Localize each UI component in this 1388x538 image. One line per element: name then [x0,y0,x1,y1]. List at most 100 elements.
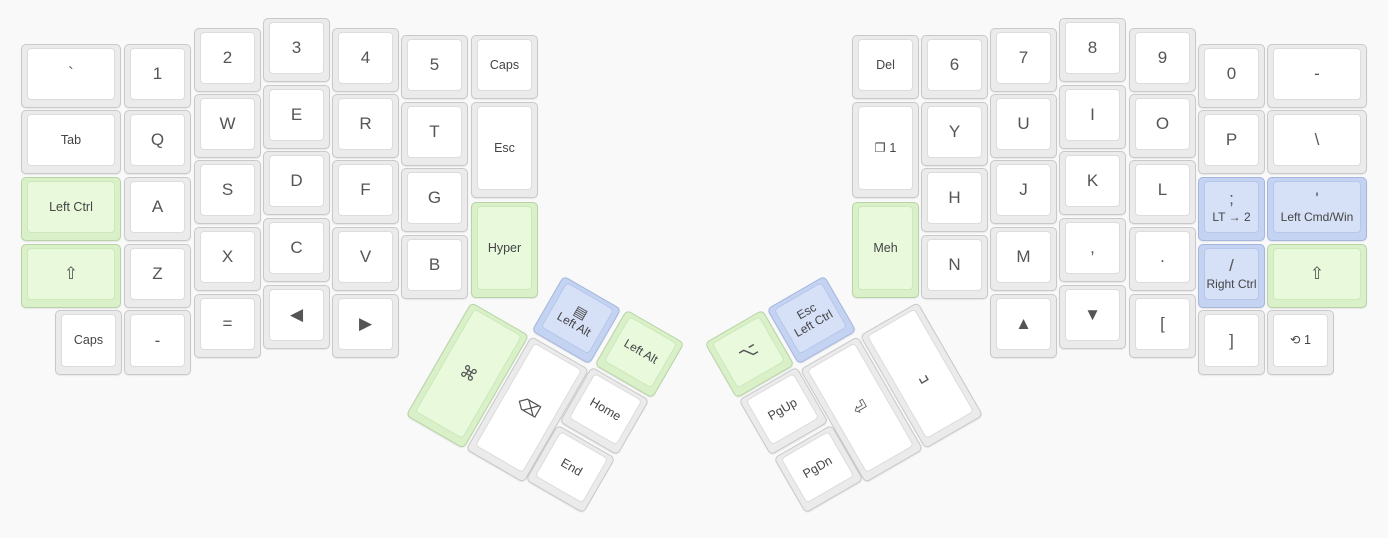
down-arrow-icon: ▼ [1084,305,1101,325]
key-del[interactable]: Del [852,35,919,99]
key-backslash[interactable]: \ [1267,110,1367,174]
key-left-bracket[interactable]: [ [1129,294,1196,358]
key-meh[interactable]: Meh [852,202,919,298]
key-hyper[interactable]: Hyper [471,202,538,298]
key-legend: . [1160,247,1165,267]
key-equals[interactable]: = [194,294,261,358]
key-slash-right-ctrl[interactable]: / Right Ctrl [1198,244,1265,308]
key-legend: 2 [222,48,233,68]
key-toggle-layer-1[interactable]: ⟲ 1 [1267,310,1334,375]
key-caps-bottom[interactable]: Caps [55,310,122,375]
key-legend: End [558,455,585,479]
key-grave[interactable]: ` [21,44,121,108]
backspace-icon: ⌫ [513,393,544,422]
key-2[interactable]: 2 [194,28,261,92]
key-legend: 8 [1087,38,1098,58]
shift-icon: ⇧ [1309,264,1325,284]
key-a[interactable]: A [124,177,191,241]
right-arrow-icon: ▶ [358,314,373,334]
key-legend: ] [1229,330,1234,350]
key-right-bracket[interactable]: ] [1198,310,1265,375]
key-legend: 3 [291,38,302,58]
key-s[interactable]: S [194,160,261,224]
key-period[interactable]: . [1129,227,1196,291]
key-d[interactable]: D [263,151,330,215]
key-j[interactable]: J [990,160,1057,224]
key-right-arrow[interactable]: ▶ [332,294,399,358]
key-h[interactable]: H [921,168,988,232]
key-quote-cmd[interactable]: ' Left Cmd/Win [1267,177,1367,241]
key-g[interactable]: G [401,168,468,232]
key-legend: J [1019,180,1028,200]
key-legend: PgDn [800,453,835,481]
key-legend: - [154,330,161,350]
key-legend: - [1314,64,1320,84]
key-legend: B [428,255,441,275]
key-9[interactable]: 9 [1129,28,1196,92]
key-legend: I [1090,105,1095,125]
key-legend: Left Ctrl [49,199,93,214]
key-comma[interactable]: , [1059,218,1126,282]
key-r[interactable]: R [332,94,399,158]
key-semicolon-layer[interactable]: ; LT → 2 [1198,177,1265,241]
key-l[interactable]: L [1129,160,1196,224]
key-y[interactable]: Y [921,102,988,166]
key-legend: 9 [1157,48,1168,68]
key-f[interactable]: F [332,160,399,224]
key-legend: ` [68,64,74,84]
key-tap-legend: ; [1229,188,1234,208]
command-icon: ⌘ [456,361,481,387]
key-legend: = [222,314,233,334]
key-b[interactable]: B [401,235,468,299]
key-legend: K [1086,171,1099,191]
key-1[interactable]: 1 [124,44,191,108]
key-w[interactable]: W [194,94,261,158]
key-legend: Z [152,264,163,284]
key-i[interactable]: I [1059,85,1126,149]
key-legend: 0 [1226,64,1237,84]
key-7[interactable]: 7 [990,28,1057,92]
key-u[interactable]: U [990,94,1057,158]
key-legend: N [948,255,961,275]
key-left-ctrl[interactable]: Left Ctrl [21,177,121,241]
key-legend: U [1017,114,1030,134]
key-c[interactable]: C [263,218,330,282]
key-legend: ❐ 1 [874,140,897,155]
key-m[interactable]: M [990,227,1057,291]
key-esc[interactable]: Esc [471,102,538,198]
key-up-arrow[interactable]: ▲ [990,294,1057,358]
key-caps-top[interactable]: Caps [471,35,538,99]
key-legend: \ [1314,130,1320,150]
key-v[interactable]: V [332,227,399,291]
key-legend: Caps [73,333,104,348]
key-e[interactable]: E [263,85,330,149]
key-4[interactable]: 4 [332,28,399,92]
key-0[interactable]: 0 [1198,44,1265,108]
key-tab[interactable]: Tab [21,110,121,174]
key-z[interactable]: Z [124,244,191,308]
key-left-arrow[interactable]: ◀ [263,285,330,349]
key-p[interactable]: P [1198,110,1265,174]
key-minus-left[interactable]: - [124,310,191,375]
key-legend: Q [150,130,165,150]
key-right-shift[interactable]: ⇧ [1267,244,1367,308]
key-x[interactable]: X [194,227,261,291]
key-8[interactable]: 8 [1059,18,1126,82]
key-o[interactable]: O [1129,94,1196,158]
key-q[interactable]: Q [124,110,191,174]
key-layer-1[interactable]: ❐ 1 [852,102,919,198]
key-5[interactable]: 5 [401,35,468,99]
key-n[interactable]: N [921,235,988,299]
key-legend: H [948,188,961,208]
key-legend: 1 [152,64,163,84]
key-6[interactable]: 6 [921,35,988,99]
key-legend: Hyper [487,240,522,255]
key-down-arrow[interactable]: ▼ [1059,285,1126,349]
key-t[interactable]: T [401,102,468,166]
key-k[interactable]: K [1059,151,1126,215]
key-minus-right[interactable]: - [1267,44,1367,108]
key-3[interactable]: 3 [263,18,330,82]
key-hold-legend: Left Cmd/Win [1280,210,1354,225]
key-left-shift[interactable]: ⇧ [21,244,121,308]
enter-icon: ⏎ [849,395,872,420]
